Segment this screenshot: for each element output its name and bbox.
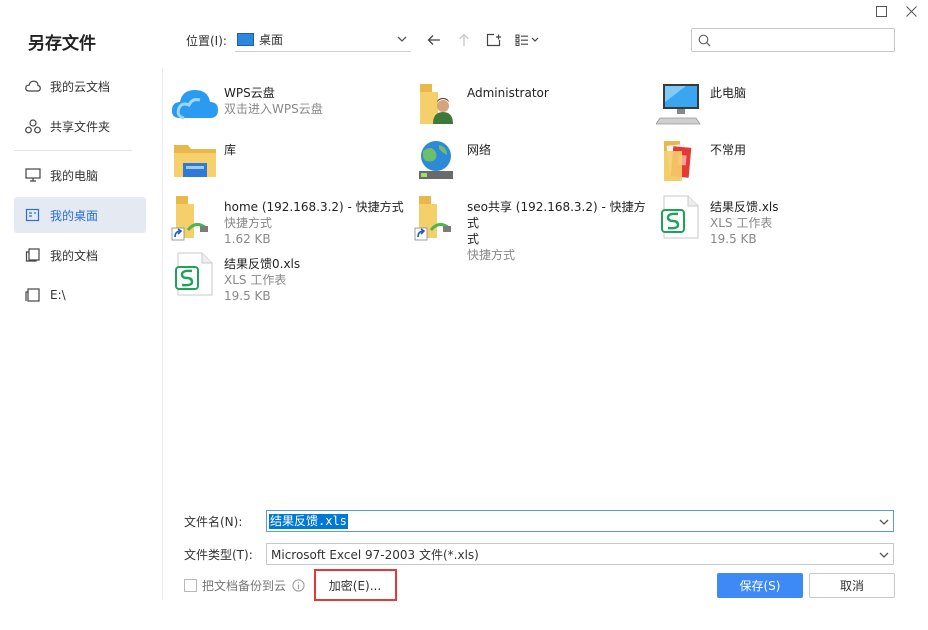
up-arrow-icon [458, 33, 469, 46]
up-button[interactable] [453, 29, 475, 51]
info-icon[interactable] [292, 579, 305, 592]
file-name-wrap: 式 [467, 232, 480, 246]
desktop-location-icon [236, 33, 254, 46]
monitor-icon [25, 168, 41, 182]
file-type: XLS 工作表 [710, 216, 773, 230]
backup-checkbox[interactable] [184, 579, 197, 592]
file-item-administrator[interactable]: Administrator [413, 78, 651, 132]
computer-icon [655, 78, 706, 128]
file-item-result-xls[interactable]: 结果反馈.xls XLS 工作表 19.5 KB [656, 192, 894, 246]
library-folder-icon [170, 135, 220, 185]
filename-label: 文件名(N): [184, 514, 243, 529]
maximize-icon [875, 5, 887, 17]
chevron-down-icon [879, 552, 889, 558]
file-name: 库 [224, 143, 237, 157]
share-icon [25, 118, 41, 133]
file-item-result0-xls[interactable]: 结果反馈0.xls XLS 工作表 19.5 KB [170, 249, 408, 303]
file-size: 19.5 KB [710, 232, 757, 246]
file-name: WPS云盘 [224, 86, 275, 100]
file-size: 19.5 KB [224, 289, 271, 303]
file-item-library[interactable]: 库 [170, 135, 408, 189]
save-button[interactable]: 保存(S) [717, 573, 803, 598]
file-name: 结果反馈0.xls [224, 257, 301, 271]
file-name: 网络 [467, 143, 492, 157]
location-label: 位置(I): [186, 33, 227, 48]
filetype-value: Microsoft Excel 97-2003 文件(*.xls) [271, 547, 479, 562]
file-name: 结果反馈.xls [710, 200, 779, 214]
user-folder-icon [413, 78, 463, 128]
file-item-network[interactable]: 网络 [413, 135, 651, 189]
location-dropdown[interactable]: 桌面 [234, 29, 411, 52]
encrypt-button[interactable]: 加密(E)... [320, 574, 390, 596]
shortcut-folder-icon [413, 192, 463, 242]
sidebar: 我的云文档 共享文件夹 我的电脑 我的桌面 我的文档 E:\ [14, 68, 146, 317]
chevron-down-icon [879, 519, 889, 525]
file-type: 快捷方式 [467, 248, 516, 262]
sidebar-item-drive-e[interactable]: E:\ [14, 277, 146, 313]
sidebar-item-shared-folder[interactable]: 共享文件夹 [14, 108, 146, 144]
drive-icon [25, 288, 40, 302]
list-view-icon [515, 34, 539, 46]
new-folder-icon [486, 33, 501, 47]
file-item-wps-cloud[interactable]: WPS云盘双击进入WPS云盘 [170, 78, 408, 132]
filename-value: 结果反馈.xls [269, 513, 348, 529]
location-value: 桌面 [258, 33, 283, 47]
sidebar-item-label: 我的电脑 [50, 168, 99, 183]
back-arrow-icon [427, 35, 440, 45]
file-item-home-shortcut[interactable]: home (192.168.3.2) - 快捷方式 快捷方式 1.62 KB [170, 192, 408, 246]
file-item-seo-shortcut[interactable]: seo共享 (192.168.3.2) - 快捷方式式快捷方式 [413, 192, 651, 262]
sidebar-item-label: 我的文档 [50, 248, 99, 263]
sidebar-divider [14, 150, 132, 151]
shortcut-folder-icon [170, 192, 220, 242]
file-name: seo共享 (192.168.3.2) - 快捷方式 [467, 200, 646, 230]
xls-file-icon [656, 192, 706, 242]
filetype-select[interactable]: Microsoft Excel 97-2003 文件(*.xls) [266, 543, 894, 565]
dialog-title: 另存文件 [28, 34, 96, 54]
wps-cloud-icon [170, 78, 220, 128]
file-size: 1.62 KB [224, 232, 271, 246]
sidebar-item-label: 我的云文档 [50, 79, 111, 94]
file-item-this-pc[interactable]: 此电脑 [655, 78, 894, 132]
close-button[interactable] [900, 2, 922, 20]
sidebar-item-my-desktop[interactable]: 我的桌面 [14, 197, 146, 233]
back-button[interactable] [423, 29, 445, 51]
file-name: 此电脑 [710, 86, 747, 100]
file-type: XLS 工作表 [224, 273, 287, 287]
folder-icon [656, 135, 706, 185]
file-item-infrequent[interactable]: 不常用 [656, 135, 894, 189]
view-mode-button[interactable] [513, 29, 543, 51]
search-input[interactable] [691, 28, 895, 52]
file-name: 不常用 [710, 143, 747, 157]
sidebar-separator [162, 68, 163, 600]
cancel-button[interactable]: 取消 [809, 573, 895, 598]
search-icon [698, 34, 711, 46]
network-icon [413, 135, 463, 185]
xls-file-icon [170, 249, 220, 299]
sidebar-item-label: 我的桌面 [50, 208, 99, 223]
file-type: 快捷方式 [224, 216, 273, 230]
sidebar-item-label: E:\ [50, 288, 66, 302]
backup-option[interactable]: 把文档备份到云 [184, 577, 305, 594]
sidebar-item-my-computer[interactable]: 我的电脑 [14, 157, 146, 193]
new-folder-button[interactable] [483, 29, 505, 51]
chevron-down-icon [397, 36, 407, 42]
filename-input[interactable]: 结果反馈.xls [266, 510, 894, 532]
close-icon [905, 5, 917, 17]
file-name: Administrator [467, 86, 549, 100]
backup-label: 把文档备份到云 [202, 579, 287, 593]
maximize-button[interactable] [870, 2, 892, 20]
file-description: 双击进入WPS云盘 [224, 102, 323, 116]
cloud-icon [25, 80, 41, 92]
file-name: home (192.168.3.2) - 快捷方式 [224, 200, 404, 214]
toolbar: 位置(I): 桌面 [186, 28, 543, 52]
sidebar-item-label: 共享文件夹 [50, 119, 111, 134]
filetype-label: 文件类型(T): [184, 547, 253, 562]
documents-icon [25, 248, 40, 262]
sidebar-item-my-documents[interactable]: 我的文档 [14, 237, 146, 273]
sidebar-item-cloud-docs[interactable]: 我的云文档 [14, 68, 146, 104]
desktop-icon [25, 208, 40, 222]
